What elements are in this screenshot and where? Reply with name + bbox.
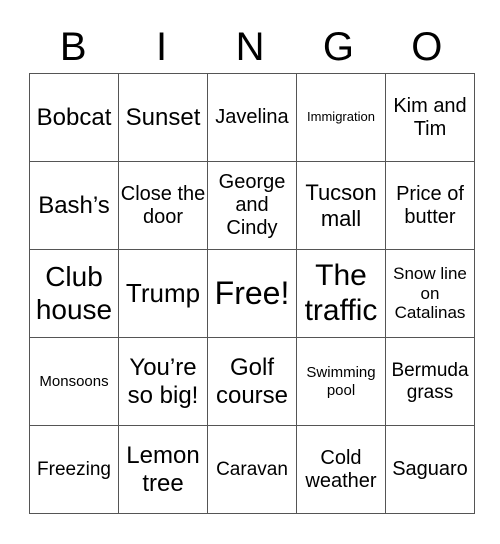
bingo-header: B I N G O [29, 22, 471, 72]
bingo-cell[interactable]: Lemon tree [118, 425, 208, 514]
bingo-cell[interactable]: Saguaro [385, 425, 475, 514]
bingo-cell[interactable]: Freezing [29, 425, 119, 514]
bingo-cell[interactable]: Club house [29, 249, 119, 338]
bingo-cell[interactable]: Cold weather [296, 425, 386, 514]
free-cell[interactable]: Free! [207, 249, 297, 338]
bingo-cell[interactable]: You’re so big! [118, 337, 208, 426]
bingo-cell[interactable]: Bermuda grass [385, 337, 475, 426]
bingo-cell[interactable]: Caravan [207, 425, 297, 514]
bingo-cell[interactable]: Swimming pool [296, 337, 386, 426]
bingo-cell[interactable]: Tucson mall [296, 161, 386, 250]
bingo-row: Freezing Lemon tree Caravan Cold weather… [29, 425, 475, 514]
bingo-row: Club house Trump Free! The traffic Snow … [29, 249, 475, 338]
bingo-cell[interactable]: The traffic [296, 249, 386, 338]
header-letter-g: G [322, 25, 354, 69]
bingo-cell[interactable]: Javelina [207, 73, 297, 162]
bingo-cell[interactable]: Kim and Tim [385, 73, 475, 162]
bingo-cell[interactable]: George and Cindy [207, 161, 297, 250]
bingo-cell[interactable]: Sunset [118, 73, 208, 162]
header-letter-i: I [156, 25, 168, 69]
bingo-cell[interactable]: Monsoons [29, 337, 119, 426]
bingo-cell[interactable]: Close the door [118, 161, 208, 250]
bingo-row: Monsoons You’re so big! Golf course Swim… [29, 337, 475, 426]
header-letter-o: O [411, 25, 443, 69]
bingo-cell[interactable]: Golf course [207, 337, 297, 426]
bingo-cell[interactable]: Snow line on Catalinas [385, 249, 475, 338]
bingo-row: Bobcat Sunset Javelina Immigration Kim a… [29, 73, 475, 162]
bingo-cell[interactable]: Immigration [296, 73, 386, 162]
bingo-card: Bobcat Sunset Javelina Immigration Kim a… [29, 73, 475, 514]
header-letter-n: N [235, 25, 265, 69]
bingo-cell[interactable]: Bobcat [29, 73, 119, 162]
bingo-row: Bash’s Close the door George and Cindy T… [29, 161, 475, 250]
bingo-cell[interactable]: Price of butter [385, 161, 475, 250]
header-letter-b: B [59, 25, 87, 69]
bingo-cell[interactable]: Bash’s [29, 161, 119, 250]
bingo-cell[interactable]: Trump [118, 249, 208, 338]
